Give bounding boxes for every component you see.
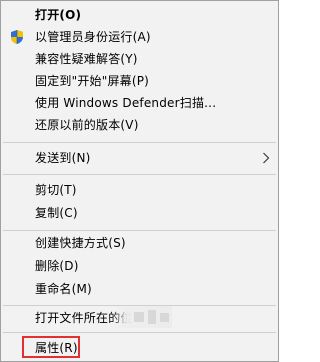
menu-item-pin-to-start-label: 固定到"开始"屏幕(P) (35, 74, 150, 88)
menu-item-copy-label: 复制(C) (35, 206, 78, 220)
menu-item-restore-versions[interactable]: 还原以前的版本(V) (1, 114, 278, 136)
menu-item-delete-label: 删除(D) (35, 259, 79, 273)
menu-item-open[interactable]: 打开(O) (1, 4, 278, 26)
menu-item-compatibility[interactable]: 兼容性疑难解答(Y) (1, 48, 278, 70)
menu-item-rename[interactable]: 重命名(M) (1, 278, 278, 300)
menu-item-restore-versions-label: 还原以前的版本(V) (35, 118, 139, 132)
menu-item-copy[interactable]: 复制(C) (1, 202, 278, 224)
chevron-right-icon (263, 152, 270, 164)
menu-item-send-to[interactable]: 发送到(N) (1, 147, 278, 169)
menu-item-defender-scan-label: 使用 Windows Defender扫描... (35, 96, 217, 110)
menu-item-cut-label: 剪切(T) (35, 183, 77, 197)
menu-item-cut[interactable]: 剪切(T) (1, 179, 278, 201)
menu-item-send-to-label: 发送到(N) (35, 151, 91, 165)
menu-item-create-shortcut-label: 创建快捷方式(S) (35, 236, 126, 250)
menu-item-run-as-admin-label: 以管理员身份运行(A) (35, 30, 151, 44)
menu-item-rename-label: 重命名(M) (35, 282, 92, 296)
menu-separator (3, 332, 276, 333)
menu-separator (3, 142, 276, 143)
uac-shield-icon (11, 30, 23, 44)
menu-separator (3, 174, 276, 175)
properties-highlight-box (22, 336, 80, 358)
watermark-blur (112, 306, 172, 328)
menu-item-compatibility-label: 兼容性疑难解答(Y) (35, 52, 138, 66)
menu-item-delete[interactable]: 删除(D) (1, 255, 278, 277)
menu-item-run-as-admin[interactable]: 以管理员身份运行(A) (1, 26, 278, 48)
menu-item-pin-to-start[interactable]: 固定到"开始"屏幕(P) (1, 70, 278, 92)
menu-separator (3, 230, 276, 231)
menu-item-open-label: 打开(O) (35, 8, 82, 22)
menu-item-create-shortcut[interactable]: 创建快捷方式(S) (1, 232, 278, 254)
menu-item-defender-scan[interactable]: 使用 Windows Defender扫描... (1, 92, 278, 114)
